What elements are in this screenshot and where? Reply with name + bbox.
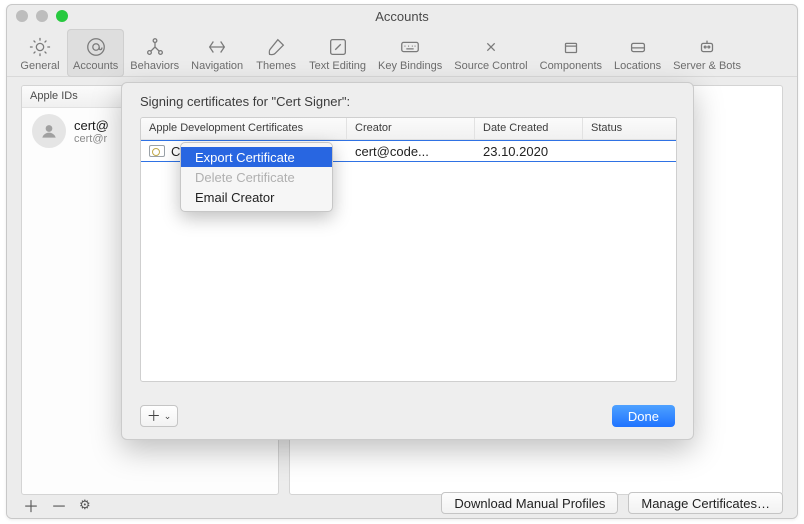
- account-email-line: cert@: [74, 118, 109, 133]
- apple-id-text: cert@ cert@r: [74, 118, 109, 145]
- titlebar: Accounts: [7, 5, 797, 27]
- preferences-toolbar: General Accounts Behaviors Navigation Th…: [7, 27, 797, 77]
- tab-server-bots[interactable]: Server & Bots: [667, 29, 747, 77]
- add-certificate-button[interactable]: ＋ ⌄: [140, 405, 178, 427]
- tab-label: Locations: [614, 60, 661, 72]
- menu-export-certificate[interactable]: Export Certificate: [181, 147, 332, 167]
- close-window-button[interactable]: [16, 10, 28, 22]
- sheet-title: Signing certificates for "Cert Signer":: [122, 83, 693, 117]
- menu-email-creator[interactable]: Email Creator: [181, 187, 332, 207]
- tab-themes[interactable]: Themes: [249, 29, 303, 77]
- at-icon: [84, 35, 108, 59]
- col-creator[interactable]: Creator: [347, 118, 475, 139]
- add-account-button[interactable]: ＋: [23, 493, 39, 517]
- done-button[interactable]: Done: [612, 405, 675, 427]
- minimize-window-button[interactable]: [36, 10, 48, 22]
- tab-locations[interactable]: Locations: [608, 29, 667, 77]
- tab-label: Behaviors: [130, 60, 179, 72]
- col-status[interactable]: Status: [583, 118, 676, 139]
- tab-label: Text Editing: [309, 60, 366, 72]
- drive-icon: [626, 35, 650, 59]
- col-cert[interactable]: Apple Development Certificates: [141, 118, 347, 139]
- robot-icon: [695, 35, 719, 59]
- tab-key-bindings[interactable]: Key Bindings: [372, 29, 448, 77]
- arrows-icon: [205, 35, 229, 59]
- keyboard-icon: [398, 35, 422, 59]
- zoom-window-button[interactable]: [56, 10, 68, 22]
- tab-text-editing[interactable]: Text Editing: [303, 29, 372, 77]
- cert-status: [583, 141, 676, 161]
- download-profiles-button[interactable]: Download Manual Profiles: [441, 492, 618, 514]
- remove-account-button[interactable]: －: [51, 493, 67, 517]
- tab-label: Themes: [256, 60, 296, 72]
- sidebar-footer: ＋ － ⚙︎: [23, 492, 91, 518]
- certificate-context-menu: Export Certificate Delete Certificate Em…: [180, 142, 333, 212]
- signing-certificates-sheet: Signing certificates for "Cert Signer": …: [121, 82, 694, 440]
- chevron-down-icon: ⌄: [164, 411, 172, 422]
- tab-label: Server & Bots: [673, 60, 741, 72]
- tab-label: Accounts: [73, 60, 118, 72]
- account-settings-button[interactable]: ⚙︎: [79, 497, 91, 513]
- col-date-created[interactable]: Date Created: [475, 118, 583, 139]
- tab-label: Source Control: [454, 60, 527, 72]
- tab-components[interactable]: Components: [534, 29, 608, 77]
- gear-icon: [28, 35, 52, 59]
- tab-general[interactable]: General: [13, 29, 67, 77]
- account-detail-line: cert@r: [74, 133, 109, 145]
- menu-delete-certificate: Delete Certificate: [181, 167, 332, 187]
- branch-icon: [479, 35, 503, 59]
- sheet-footer: ＋ ⌄ Done: [140, 405, 675, 427]
- tab-behaviors[interactable]: Behaviors: [124, 29, 185, 77]
- tab-label: Navigation: [191, 60, 243, 72]
- nodes-icon: [143, 35, 167, 59]
- tab-label: Key Bindings: [378, 60, 442, 72]
- tab-label: Components: [540, 60, 602, 72]
- window-title: Accounts: [375, 9, 428, 24]
- tab-label: General: [20, 60, 59, 72]
- table-header: Apple Development Certificates Creator D…: [141, 118, 676, 140]
- package-icon: [559, 35, 583, 59]
- pencil-icon: [326, 35, 350, 59]
- avatar-icon: [32, 114, 66, 148]
- manage-certificates-button[interactable]: Manage Certificates…: [628, 492, 783, 514]
- plus-icon: ＋: [147, 409, 161, 423]
- certificate-icon: [149, 145, 165, 157]
- tab-accounts[interactable]: Accounts: [67, 29, 124, 77]
- brush-icon: [264, 35, 288, 59]
- main-footer: Download Manual Profiles Manage Certific…: [441, 492, 783, 514]
- tab-source-control[interactable]: Source Control: [448, 29, 533, 77]
- window-controls: [16, 10, 68, 22]
- cert-date: 23.10.2020: [475, 141, 583, 161]
- tab-navigation[interactable]: Navigation: [185, 29, 249, 77]
- cert-creator: cert@code...: [347, 141, 475, 161]
